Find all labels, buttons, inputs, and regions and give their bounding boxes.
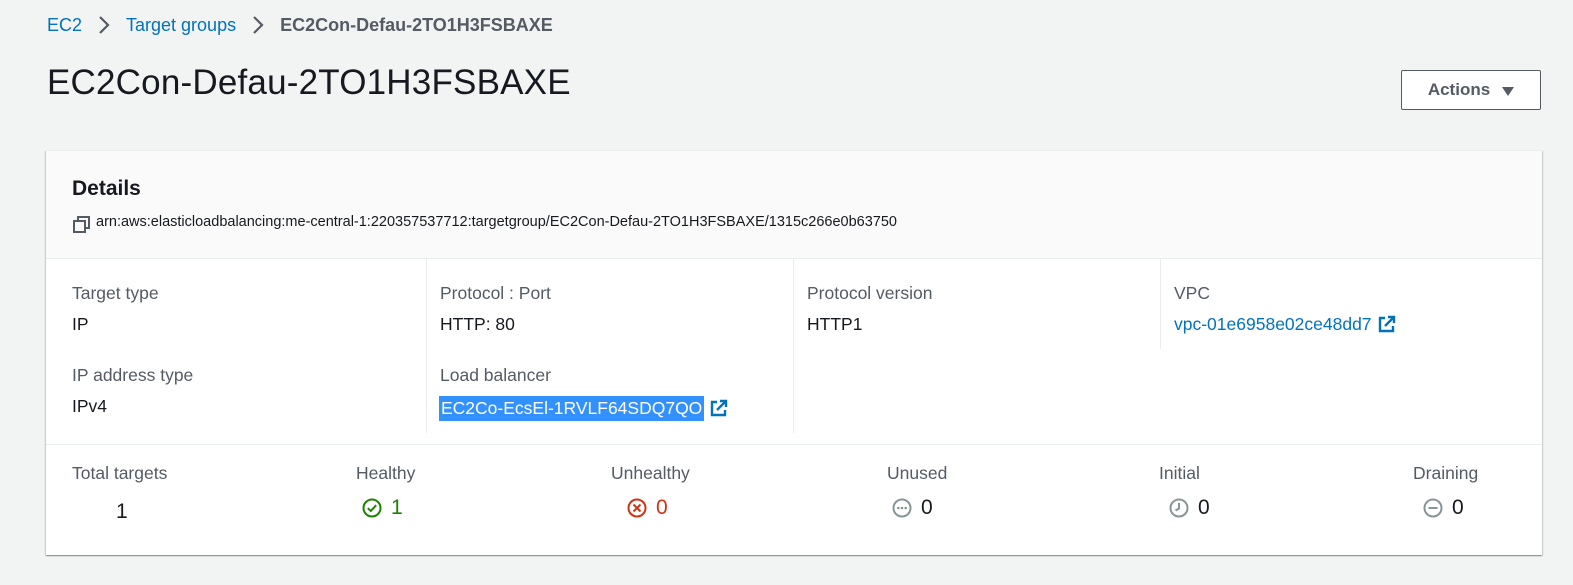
stat-unused: Unused 0: [887, 463, 947, 520]
target-type-value: IP: [72, 314, 89, 334]
stat-value-row: 0: [627, 496, 690, 520]
breadcrumb-current: EC2Con-Defau-2TO1H3FSBAXE: [280, 14, 553, 35]
chevron-right-icon: [90, 13, 118, 37]
details-column-3: Protocol version HTTP1: [793, 259, 1160, 433]
stat-value: 0: [1452, 496, 1464, 519]
stat-label: Unhealthy: [611, 463, 690, 483]
details-columns: Target type IP IP address type IPv4 Prot…: [46, 259, 1542, 445]
ellipsis-circle-icon: [892, 498, 912, 518]
stat-initial: Initial 0: [1159, 463, 1210, 520]
stat-value: 0: [1198, 496, 1210, 519]
breadcrumb-link-target-groups[interactable]: Target groups: [126, 15, 236, 36]
stat-value-row: 1: [362, 496, 415, 520]
load-balancer-label: Load balancer: [440, 365, 551, 385]
check-circle-icon: [362, 498, 382, 518]
stat-draining: Draining 0: [1413, 463, 1478, 520]
details-title: Details: [72, 177, 141, 200]
details-panel: Details arn:aws:elasticloadbalancing:me-…: [46, 150, 1542, 555]
actions-button-label: Actions: [1427, 80, 1491, 99]
stat-label: Healthy: [356, 463, 416, 483]
protocol-version-label: Protocol version: [807, 283, 933, 303]
stat-value: 1: [391, 496, 403, 519]
x-circle-icon: [627, 498, 647, 518]
ip-address-type-label: IP address type: [72, 365, 194, 385]
stat-label: Unused: [887, 463, 948, 483]
vpc-field: VPC vpc-01e6958e02ce48dd7: [1174, 283, 1396, 335]
minus-circle-icon: [1423, 498, 1443, 518]
vpc-link[interactable]: vpc-01e6958e02ce48dd7: [1174, 314, 1396, 335]
ip-address-type-value: IPv4: [72, 396, 108, 416]
stat-value-row: 0: [892, 496, 947, 520]
stat-label: Total targets: [72, 463, 168, 483]
details-header: Details arn:aws:elasticloadbalancing:me-…: [46, 151, 1542, 259]
details-column-2: Protocol : Port HTTP: 80 Load balancer E…: [426, 259, 793, 433]
protocol-port-value: HTTP: 80: [440, 314, 515, 334]
copy-icon[interactable]: [72, 215, 92, 235]
arn-row: arn:aws:elasticloadbalancing:me-central-…: [72, 209, 897, 235]
stat-label: Initial: [1159, 463, 1200, 483]
stat-healthy: Healthy 1: [356, 463, 415, 520]
stat-label: Draining: [1413, 463, 1479, 483]
caret-down-icon: [1502, 86, 1515, 96]
load-balancer-field: Load balancer EC2Co-EcsEl-1RVLF64SDQ7QO: [439, 365, 728, 421]
stat-value: 0: [656, 496, 668, 519]
target-type-field: Target type IP: [72, 283, 159, 335]
protocol-port-field: Protocol : Port HTTP: 80: [440, 283, 551, 335]
chevron-right-icon: [244, 13, 272, 37]
arn-value: arn:aws:elasticloadbalancing:me-central-…: [96, 214, 897, 230]
stat-value: 1: [116, 500, 128, 523]
vpc-value: vpc-01e6958e02ce48dd7: [1174, 314, 1396, 335]
external-link-icon: [709, 399, 728, 418]
protocol-version-field: Protocol version HTTP1: [807, 283, 932, 335]
clock-icon: [1169, 498, 1189, 518]
stat-value: 0: [921, 496, 933, 519]
vpc-link-text: vpc-01e6958e02ce48dd7: [1174, 314, 1372, 334]
breadcrumb: EC2 Target groups EC2Con-Defau-2TO1H3FSB…: [47, 13, 553, 37]
external-link-icon: [1377, 315, 1396, 334]
load-balancer-link[interactable]: EC2Co-EcsEl-1RVLF64SDQ7QO: [439, 396, 728, 421]
protocol-port-label: Protocol : Port: [440, 283, 551, 303]
stat-value-row: 0: [1423, 496, 1478, 520]
breadcrumb-link-ec2[interactable]: EC2: [47, 15, 82, 36]
target-type-label: Target type: [72, 283, 159, 303]
stat-value-row: 0: [1169, 496, 1210, 520]
load-balancer-link-text: EC2Co-EcsEl-1RVLF64SDQ7QO: [439, 396, 705, 421]
details-column-4: VPC vpc-01e6958e02ce48dd7: [1160, 259, 1542, 349]
ip-address-type-field: IP address type IPv4: [72, 365, 193, 417]
details-column-1: Target type IP IP address type IPv4: [46, 259, 426, 433]
protocol-version-value: HTTP1: [807, 314, 863, 334]
target-stats: Total targets 1 Healthy 1 Unhealthy 0 Un…: [46, 445, 1542, 556]
load-balancer-value: EC2Co-EcsEl-1RVLF64SDQ7QO: [439, 396, 728, 421]
page-title: EC2Con-Defau-2TO1H3FSBAXE: [47, 63, 571, 102]
vpc-label: VPC: [1174, 283, 1210, 303]
actions-button[interactable]: Actions: [1401, 70, 1541, 110]
stat-unhealthy: Unhealthy 0: [611, 463, 690, 520]
stat-total-targets: Total targets 1: [72, 463, 167, 524]
